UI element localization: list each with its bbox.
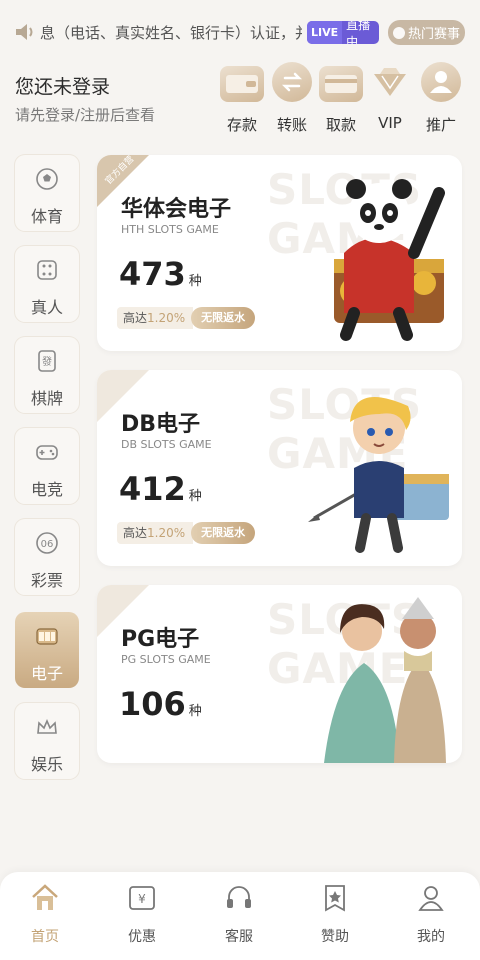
nav-support[interactable]: 客服	[204, 882, 274, 946]
lottery-ball-icon: 06	[36, 532, 58, 554]
sidebar-item-live-casino[interactable]: 真人	[15, 246, 79, 322]
dice-icon	[37, 260, 57, 280]
sidebar-item-chess-cards[interactable]: 發 棋牌	[15, 337, 79, 413]
sidebar-item-entertainment[interactable]: 娱乐	[15, 703, 79, 779]
panda-character-image	[334, 179, 445, 341]
nav-label: 我的	[417, 929, 445, 945]
rebate-badge: 高达1.20% 无限返水	[117, 307, 256, 329]
game-count: 106 种	[119, 685, 202, 723]
hot-icon	[392, 26, 405, 39]
rebate-percent: 1.20%	[147, 311, 186, 325]
quick-action-transfer[interactable]: 转账	[264, 62, 320, 135]
game-count-value: 106	[119, 685, 186, 723]
login-subtitle[interactable]: 请先登录/注册后查看	[15, 104, 155, 125]
game-subtitle: PG SLOTS GAME	[121, 653, 211, 666]
sidebar-item-esports[interactable]: 电竞	[15, 428, 79, 504]
hot-events-button[interactable]: 热门赛事	[388, 20, 465, 45]
game-count: 473 种	[119, 255, 202, 293]
hot-events-label: 热门赛事	[407, 27, 460, 42]
game-name: DB电子	[121, 412, 201, 437]
person-icon	[421, 62, 461, 102]
announcement-marquee[interactable]: 息（电话、真实姓名、银行卡）认证，并	[40, 22, 302, 44]
wallet-icon	[220, 66, 264, 102]
rebate-tag: 无限返水	[191, 522, 256, 544]
sidebar-item-label: 电子	[30, 664, 63, 683]
home-icon	[32, 884, 58, 910]
nav-label: 首页	[31, 929, 59, 945]
top-bar: 息（电话、真实姓名、银行卡）认证，并 LIVE 直播中 热门赛事	[0, 0, 480, 62]
nav-label: 客服	[225, 929, 253, 945]
quick-action-label: 推广	[425, 116, 456, 134]
quick-action-label: 转账	[276, 116, 307, 134]
game-count-unit: 种	[188, 274, 202, 289]
game-count-unit: 种	[188, 704, 202, 719]
crown-icon	[37, 718, 57, 734]
rebate-rate: 高达1.20%	[117, 522, 194, 544]
live-tag: LIVE	[307, 21, 343, 44]
rebate-badge: 高达1.20% 无限返水	[117, 522, 256, 544]
svg-text:¥: ¥	[138, 892, 146, 906]
game-card-db[interactable]: SLOTS GAME DB电子 DB SLOTS GAME 412 种 高达1.2…	[97, 370, 462, 566]
game-name: PG电子	[121, 627, 200, 652]
mahjong-tile-icon: 發	[38, 350, 56, 372]
nav-home[interactable]: 首页	[10, 882, 80, 946]
quick-action-label: VIP	[378, 114, 402, 132]
sidebar-item-label: 棋牌	[30, 389, 63, 408]
game-subtitle: DB SLOTS GAME	[121, 438, 212, 451]
game-count-value: 473	[119, 255, 186, 293]
login-title[interactable]: 您还未登录	[15, 72, 110, 99]
user-icon	[418, 886, 444, 911]
sidebar-item-slots[interactable]: 电子	[15, 612, 79, 688]
nav-label: 赞助	[321, 929, 349, 945]
game-subtitle: HTH SLOTS GAME	[121, 223, 219, 236]
announcement-text: 息（电话、真实姓名、银行卡）认证，并	[40, 24, 302, 42]
nav-sponsor[interactable]: 赞助	[300, 882, 370, 946]
diamond-icon	[370, 62, 410, 102]
game-count: 412 种	[119, 470, 202, 508]
transfer-icon	[272, 62, 312, 102]
rebate-tag: 无限返水	[191, 307, 256, 329]
sidebar-item-label: 电竞	[30, 480, 63, 499]
game-card-pg[interactable]: SLOTS GAME PG电子 PG SLOTS GAME 106种	[97, 585, 462, 763]
game-count-unit: 种	[188, 489, 202, 504]
quick-action-deposit[interactable]: 存款	[214, 62, 270, 135]
sidebar-item-label: 彩票	[30, 571, 63, 590]
sidebar-item-label: 娱乐	[30, 755, 63, 774]
game-card-hth[interactable]: 官方自营 SLOTS GAME 华体会电子 HTH SLOTS GAME 473…	[97, 155, 462, 351]
quick-action-vip[interactable]: VIP	[362, 62, 418, 132]
nav-profile[interactable]: 我的	[396, 882, 466, 946]
svg-text:發: 發	[42, 355, 52, 368]
goddess-warrior-image	[324, 597, 446, 763]
quick-action-label: 取款	[325, 116, 356, 134]
sidebar-item-sports[interactable]: 体育	[15, 155, 79, 231]
nav-label: 优惠	[128, 929, 156, 945]
sidebar-item-label: 真人	[30, 298, 63, 317]
quick-action-promote[interactable]: 推广	[413, 62, 469, 135]
gamepad-icon	[36, 445, 58, 460]
sidebar-item-lottery[interactable]: 06 彩票	[15, 519, 79, 595]
slot-machine-icon	[36, 628, 58, 645]
voucher-icon: ¥	[129, 886, 155, 910]
game-count-value: 412	[119, 470, 186, 508]
sponsor-badge-icon	[325, 885, 345, 912]
rebate-prefix: 高达	[123, 526, 148, 540]
hero-character-image	[308, 397, 449, 553]
rebate-percent: 1.20%	[147, 526, 186, 540]
live-label: 直播中	[346, 21, 371, 44]
live-badge[interactable]: LIVE 直播中	[307, 21, 379, 44]
soccer-ball-icon	[36, 168, 58, 190]
rebate-prefix: 高达	[123, 311, 148, 325]
nav-promotions[interactable]: ¥ 优惠	[107, 882, 177, 946]
headset-icon	[227, 886, 251, 908]
speaker-icon	[16, 24, 33, 40]
bottom-nav: 首页 ¥ 优惠 客服 赞助 我的	[0, 872, 480, 960]
game-name: 华体会电子	[121, 197, 232, 222]
sidebar-item-label: 体育	[30, 207, 63, 226]
rebate-rate: 高达1.20%	[117, 307, 194, 329]
svg-text:06: 06	[41, 539, 54, 550]
quick-action-withdraw[interactable]: 取款	[313, 62, 369, 135]
quick-action-label: 存款	[226, 116, 257, 134]
card-icon	[319, 66, 363, 102]
